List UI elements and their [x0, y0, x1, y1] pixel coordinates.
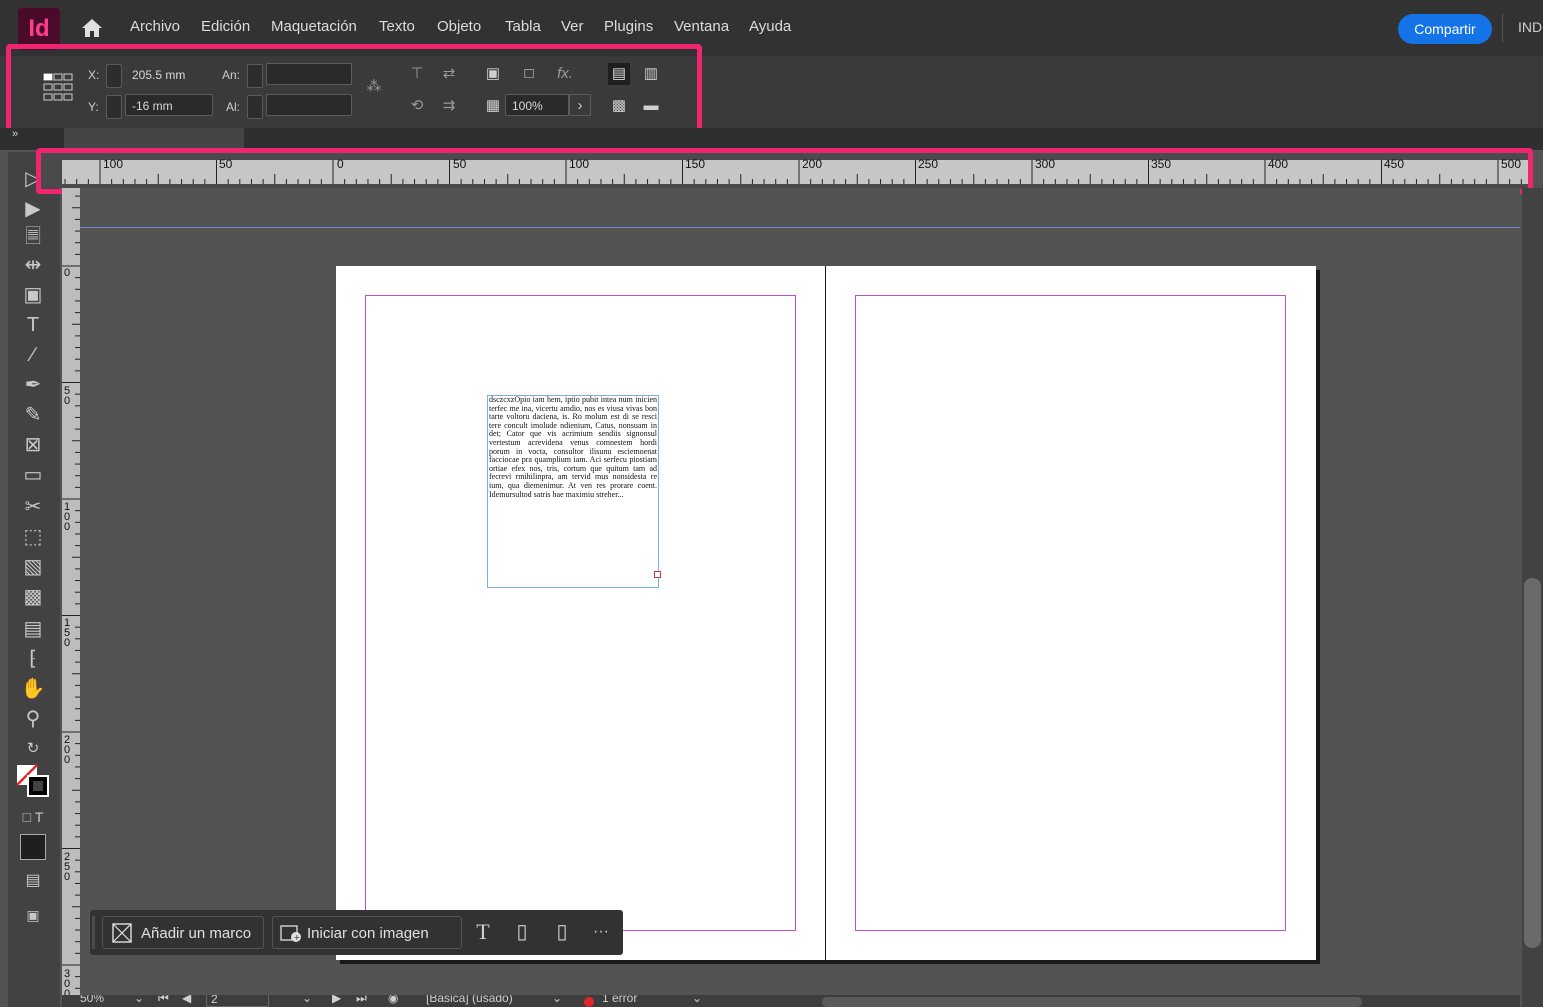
note-tool-icon[interactable]: ▤ [20, 616, 46, 642]
share-button[interactable]: Compartir [1398, 14, 1492, 44]
zoom-tool-icon[interactable]: ⚲ [20, 706, 46, 732]
vruler-ticks [62, 195, 80, 1001]
formatting-container-icon[interactable]: □ T [20, 804, 46, 830]
first-page-icon[interactable]: ⏮ [158, 995, 169, 1006]
frame-icon [112, 923, 132, 943]
previous-page-icon[interactable]: ◀ [182, 995, 191, 1005]
content-collector-icon[interactable]: ▣ [20, 282, 46, 308]
vruler-label: 2 0 0 [64, 734, 71, 766]
gradient-swatch-tool-icon[interactable]: ▧ [20, 554, 46, 580]
screen-mode-icon[interactable]: ▣ [20, 902, 46, 928]
errors-dropdown-icon[interactable]: ⌄ [692, 995, 702, 1005]
more-options-icon[interactable]: ··· [587, 918, 615, 946]
drag-handle-icon[interactable] [92, 916, 95, 949]
add-page-icon[interactable]: ▯ [548, 918, 576, 946]
gradient-feather-tool-icon[interactable]: ▩ [20, 584, 46, 610]
vruler-label: 1 5 0 [64, 617, 71, 649]
menu-maquetacion[interactable]: Maquetación [271, 18, 357, 35]
menu-ayuda[interactable]: Ayuda [749, 18, 791, 35]
menu-divider [1502, 14, 1503, 42]
gap-tool-icon[interactable]: ⇹ [20, 252, 46, 278]
vruler-label: 2 5 0 [64, 851, 71, 883]
margin-guide-right [855, 295, 1286, 931]
spine [825, 266, 826, 960]
scissors-tool-icon[interactable]: ✂ [20, 494, 46, 520]
pencil-tool-icon[interactable]: ✎ [20, 402, 46, 428]
page-tool-icon[interactable]: 🗏 [20, 224, 46, 250]
rectangle-tool-icon[interactable]: ▭ [20, 462, 46, 488]
view-mode-icon[interactable]: ▤ [20, 868, 46, 894]
menu-texto[interactable]: Texto [379, 18, 415, 35]
fill-stroke-swatch-icon[interactable] [16, 764, 50, 798]
hand-tool-icon[interactable]: ✋ [20, 676, 46, 702]
profile-dropdown-icon[interactable]: ⌄ [552, 995, 562, 1005]
preflight-profile[interactable]: [Básica] (usado) [426, 995, 513, 1005]
vruler-label: 5 0 [64, 385, 71, 407]
status-bar: 50% ⌄ ⏮ ◀ 2 ⌄ ▶ ⏭ ◉ [Básica] (usado) ⌄ 1… [62, 995, 1520, 1007]
direct-selection-tool-icon[interactable]: ▶ [20, 196, 46, 222]
contextual-task-bar: Añadir un marco Iniciar con imagen + T ▯… [90, 910, 623, 955]
text-frame[interactable]: dsczcxzOpio iam hem, iptio pubit intea n… [487, 395, 659, 588]
vruler-label: 1 0 0 [64, 501, 71, 533]
menu-ver[interactable]: Ver [561, 18, 584, 35]
line-tool-icon[interactable]: ∕ [20, 342, 46, 368]
error-indicator-icon [584, 997, 594, 1007]
page-dropdown-icon[interactable]: ⌄ [302, 995, 312, 1005]
error-count[interactable]: 1 error [602, 995, 637, 1005]
next-page-icon[interactable]: ▶ [332, 995, 341, 1005]
vruler-label: 0 [64, 267, 71, 279]
menu-ventana[interactable]: Ventana [674, 18, 729, 35]
menu-plugins[interactable]: Plugins [604, 18, 653, 35]
scrollbar-thumb[interactable] [1524, 578, 1541, 948]
eyedropper-tool-icon[interactable]: ⁅ [20, 646, 46, 672]
type-tool-icon[interactable]: T [20, 312, 46, 338]
document-tab[interactable] [64, 128, 244, 150]
vertical-ruler[interactable]: 0 5 0 1 0 0 1 5 0 2 0 0 2 5 0 3 0 0 [62, 188, 80, 1007]
ruler-guide[interactable] [80, 227, 1520, 228]
page-number-field[interactable]: 2 [206, 995, 269, 1007]
menu-tabla[interactable]: Tabla [505, 18, 541, 35]
free-transform-tool-icon[interactable]: ⬚ [20, 524, 46, 550]
rectangle-frame-tool-icon[interactable]: ⊠ [20, 432, 46, 458]
workspace-label[interactable]: IND [1518, 19, 1542, 35]
menu-edicion[interactable]: Edición [201, 18, 250, 35]
last-page-icon[interactable]: ⏭ [356, 995, 367, 1006]
apply-color-icon[interactable] [20, 834, 46, 860]
svg-text:+: + [294, 933, 301, 942]
page-icon[interactable]: ▯ [508, 918, 536, 946]
zoom-level[interactable]: 50% [80, 995, 104, 1005]
pen-tool-icon[interactable]: ✒ [20, 372, 46, 398]
margin-guide-left [365, 295, 796, 931]
home-icon[interactable] [78, 14, 106, 42]
preflight-icon[interactable]: ◉ [388, 995, 398, 1005]
horizontal-scrollbar-thumb[interactable] [822, 997, 1362, 1007]
add-image-icon: + [280, 923, 302, 943]
zoom-dropdown-icon[interactable]: ⌄ [134, 995, 144, 1005]
swap-fill-stroke-icon[interactable]: ↻ [20, 736, 46, 762]
menu-objeto[interactable]: Objeto [437, 18, 481, 35]
menu-archivo[interactable]: Archivo [130, 18, 180, 35]
tools-panel: ▷ ▶ 🗏 ⇹ ▣ T ∕ ✒ ✎ ⊠ ▭ ✂ ⬚ ▧ ▩ ▤ ⁅ ✋ ⚲ ↻ … [8, 152, 60, 1007]
expand-panels-icon[interactable]: » [12, 128, 18, 140]
text-icon[interactable]: T [469, 918, 497, 946]
overset-text-icon[interactable] [654, 571, 661, 578]
